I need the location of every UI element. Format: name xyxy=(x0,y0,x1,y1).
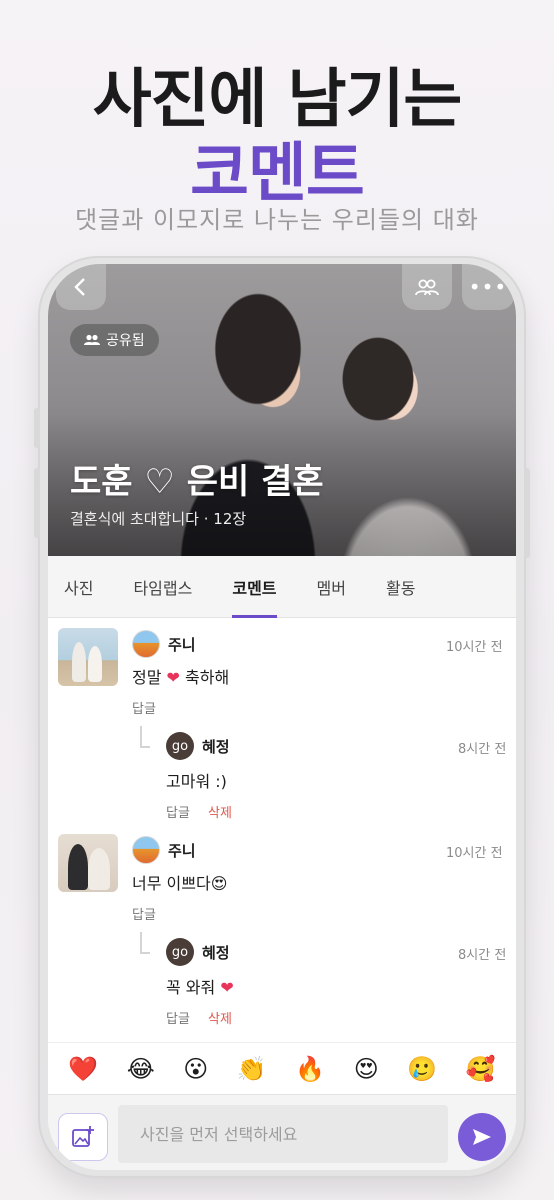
volume-up-button xyxy=(34,408,40,448)
reply-button[interactable]: 답글 xyxy=(132,698,156,717)
delete-button[interactable]: 삭제 xyxy=(208,1008,232,1027)
reply-button[interactable]: 답글 xyxy=(166,802,190,821)
people-icon xyxy=(84,334,100,345)
more-icon: ••• xyxy=(468,275,508,299)
reply-author: 혜정 xyxy=(202,944,230,962)
heart-icon: ❤ xyxy=(166,668,180,687)
reply-button[interactable]: 답글 xyxy=(132,904,156,923)
comment-text: 정말 ❤ 축하해 xyxy=(132,668,230,687)
members-button[interactable] xyxy=(402,264,452,310)
album-cover-photo: ••• 공유됨 도훈 ♡ 은비 결혼 결혼식에 초대합니다 · 12장 xyxy=(48,264,516,556)
send-button[interactable] xyxy=(458,1113,506,1161)
heart-emoji-button[interactable]: ❤️ xyxy=(68,1055,98,1083)
reply-button[interactable]: 답글 xyxy=(166,1008,190,1027)
comment-time: 10시간 전 xyxy=(446,846,503,861)
photo-thumbnail[interactable] xyxy=(58,834,118,892)
app-screen: ••• 공유됨 도훈 ♡ 은비 결혼 결혼식에 초대합니다 · 12장 사진 타… xyxy=(48,264,516,1170)
comment-list: 주니 10시간 전 정말 ❤ 축하해 답글 go 혜정 8시간 전 고마워 :)… xyxy=(48,618,516,1042)
shared-badge-label: 공유됨 xyxy=(106,333,145,349)
add-photo-button[interactable] xyxy=(58,1113,108,1161)
fire-emoji-button[interactable]: 🔥 xyxy=(295,1055,325,1083)
send-icon xyxy=(473,1129,491,1145)
reply-author: 혜정 xyxy=(202,738,230,756)
back-button[interactable] xyxy=(56,264,106,310)
reply-text: 꼭 와줘 ❤ xyxy=(166,978,234,997)
comment-time: 10시간 전 xyxy=(446,640,503,655)
clap-emoji-button[interactable]: 👏 xyxy=(237,1055,267,1083)
phone-frame: ••• 공유됨 도훈 ♡ 은비 결혼 결혼식에 초대합니다 · 12장 사진 타… xyxy=(34,258,530,1176)
tab-activity[interactable]: 활동 xyxy=(386,556,415,618)
reply-text: 고마워 :) xyxy=(166,772,227,791)
album-title: 도훈 ♡ 은비 결혼 xyxy=(70,462,324,502)
comment-author: 주니 xyxy=(168,842,196,860)
smiling-hearts-emoji-button[interactable]: 🥰 xyxy=(466,1055,496,1083)
more-button[interactable]: ••• xyxy=(462,264,514,310)
promo-subtitle: 댓글과 이모지로 나누는 우리들의 대화 xyxy=(75,206,479,234)
tab-timelapse[interactable]: 타임랩스 xyxy=(133,556,192,618)
photo-thumbnail[interactable] xyxy=(58,628,118,686)
tab-bar: 사진 타임랩스 코멘트 멤버 활동 xyxy=(48,556,516,618)
reply-branch xyxy=(140,932,150,954)
comment-author: 주니 xyxy=(168,636,196,654)
shared-badge: 공유됨 xyxy=(70,324,159,356)
teary-smile-emoji-button[interactable]: 🥲 xyxy=(407,1055,437,1083)
power-button xyxy=(524,468,530,558)
avatar: go xyxy=(166,732,194,760)
avatar xyxy=(132,630,160,658)
comment-input[interactable] xyxy=(118,1105,448,1163)
heart-eyes-emoji: 😍 xyxy=(210,874,228,893)
delete-button[interactable]: 삭제 xyxy=(208,802,232,821)
tab-comments[interactable]: 코멘트 xyxy=(232,556,277,618)
comment-text: 너무 이쁘다😍 xyxy=(132,874,228,893)
laughing-emoji-button[interactable]: 😂 xyxy=(127,1055,155,1083)
volume-down-button xyxy=(34,468,40,538)
emoji-reaction-bar: ❤️ 😂 😮 👏 🔥 😍 🥲 🥰 xyxy=(48,1042,516,1094)
reply-branch xyxy=(140,726,150,748)
comment-composer xyxy=(48,1094,516,1170)
avatar xyxy=(132,836,160,864)
chevron-left-icon xyxy=(74,278,85,296)
tab-members[interactable]: 멤버 xyxy=(317,556,346,618)
heart-eyes-emoji-button[interactable]: 😍 xyxy=(354,1055,379,1083)
people-icon xyxy=(415,279,439,296)
album-subtitle: 결혼식에 초대합니다 · 12장 xyxy=(70,510,247,528)
surprised-emoji-button[interactable]: 😮 xyxy=(183,1055,208,1083)
tab-photos[interactable]: 사진 xyxy=(64,556,93,618)
reply-time: 8시간 전 xyxy=(458,742,507,757)
heart-icon: ❤ xyxy=(220,978,234,997)
add-photo-icon xyxy=(72,1126,94,1147)
avatar: go xyxy=(166,938,194,966)
reply-time: 8시간 전 xyxy=(458,948,507,963)
